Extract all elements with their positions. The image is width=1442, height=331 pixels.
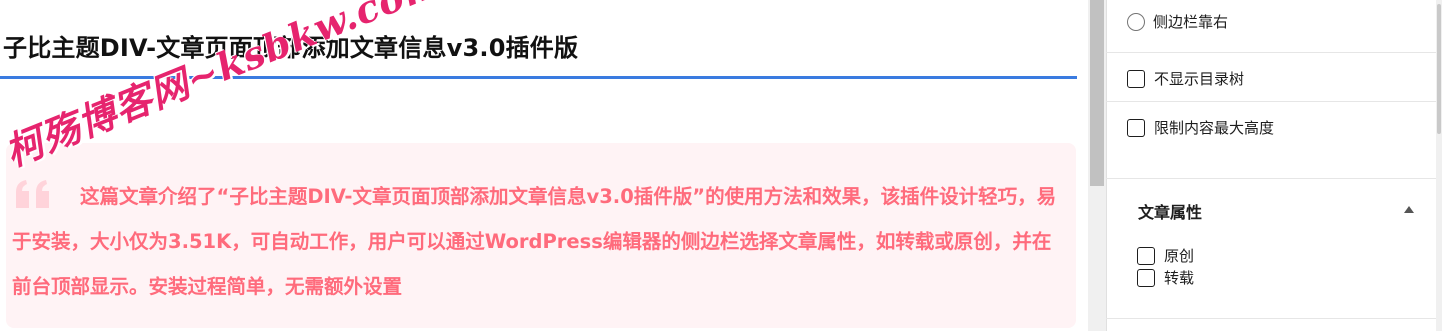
sidebar-divider [1106, 178, 1436, 179]
summary-text: 这篇文章介绍了“子比主题DIV-文章页面顶部添加文章信息v3.0插件版”的使用方… [12, 185, 1057, 298]
checkbox[interactable] [1127, 118, 1145, 137]
radio-sidebar-right[interactable]: 侧边栏靠右 [1127, 11, 1228, 32]
editor-scrollbar-thumb[interactable] [1090, 0, 1104, 186]
checkbox-original[interactable]: 原创 [1137, 245, 1194, 266]
checkbox-hide-toc[interactable]: 不显示目录树 [1127, 68, 1244, 89]
checkbox-repost[interactable]: 转载 [1137, 267, 1194, 288]
panel-title-article-attributes[interactable]: 文章属性 [1138, 199, 1202, 223]
sidebar-divider [1106, 52, 1436, 53]
checkbox[interactable] [1127, 69, 1145, 88]
checkbox[interactable] [1137, 246, 1155, 265]
sidebar-scrollbar[interactable] [1436, 0, 1442, 331]
radio-sidebar-right-label: 侧边栏靠右 [1153, 13, 1229, 31]
sidebar-divider [1106, 318, 1436, 319]
quote-icon [16, 180, 49, 208]
checkbox-hide-toc-label: 不显示目录树 [1154, 70, 1245, 88]
radio-button[interactable] [1127, 12, 1145, 31]
checkbox-original-label: 原创 [1164, 247, 1195, 265]
checkbox-limit-height-label: 限制内容最大高度 [1154, 119, 1275, 137]
editor-canvas[interactable]: 子比主题DIV-文章页面顶部添加文章信息v3.0插件版 这篇文章介绍了“子比主题… [0, 0, 1088, 331]
checkbox-limit-height[interactable]: 限制内容最大高度 [1127, 117, 1274, 138]
collapse-caret-icon[interactable] [1404, 206, 1414, 213]
sidebar-scrollbar-thumb[interactable] [1437, 4, 1441, 134]
checkbox-repost-label: 转载 [1164, 269, 1195, 287]
sidebar-divider [1106, 101, 1436, 102]
checkbox[interactable] [1137, 268, 1155, 287]
